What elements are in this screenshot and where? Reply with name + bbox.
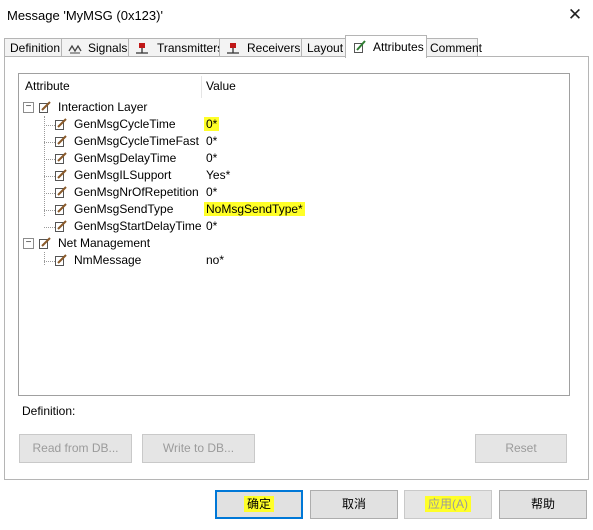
attribute-icon — [55, 135, 67, 147]
attribute-name: GenMsgCycleTimeFast — [74, 134, 199, 148]
highlighted-value: NoMsgSendType* — [204, 202, 305, 216]
tree-row-genmsgcycletimefast[interactable]: GenMsgCycleTimeFast 0* — [19, 133, 567, 150]
title-bar: Message 'MyMSG (0x123)' ✕ — [0, 0, 593, 32]
apply-button-label: 应用(A) — [425, 496, 471, 512]
tree-group-label: Interaction Layer — [58, 100, 148, 114]
attribute-value[interactable]: 0* — [204, 116, 220, 133]
attribute-name: NmMessage — [74, 253, 142, 267]
attribute-icon — [55, 254, 67, 266]
ok-button[interactable]: 确定 — [215, 490, 303, 519]
definition-label: Definition: — [22, 404, 76, 418]
attribute-icon — [55, 169, 67, 181]
tab-definition[interactable]: Definition — [4, 38, 62, 57]
receiver-icon — [227, 43, 239, 54]
window-title: Message 'MyMSG (0x123)' — [7, 8, 163, 23]
attribute-name: GenMsgSendType — [74, 202, 174, 216]
attribute-icon — [55, 118, 67, 130]
attribute-name: GenMsgILSupport — [74, 168, 172, 182]
close-icon[interactable]: ✕ — [564, 4, 586, 26]
collapse-icon[interactable]: − — [23, 238, 34, 249]
cancel-button[interactable]: 取消 — [310, 490, 398, 519]
tree-group-label: Net Management — [58, 236, 151, 250]
attribute-value[interactable]: 0* — [206, 218, 217, 235]
attribute-value[interactable]: 0* — [206, 184, 217, 201]
tree-row-genmsgsendtype[interactable]: GenMsgSendType NoMsgSendType* — [19, 201, 567, 218]
tab-signals[interactable]: Signals — [61, 38, 129, 57]
attribute-icon — [55, 220, 67, 232]
attribute-icon — [354, 40, 366, 53]
column-header-value[interactable]: Value — [206, 74, 236, 99]
tree-row-genmsgstartdelaytime[interactable]: GenMsgStartDelayTime 0* — [19, 218, 567, 235]
ok-button-label: 确定 — [243, 496, 274, 512]
tree-row-genmsgnrofrepetition[interactable]: GenMsgNrOfRepetition 0* — [19, 184, 567, 201]
attribute-tree[interactable]: Attribute Value − Interaction Layer GenM… — [18, 73, 570, 396]
attribute-icon — [55, 152, 67, 164]
attribute-value[interactable]: Yes* — [206, 167, 230, 184]
help-button[interactable]: 帮助 — [499, 490, 587, 519]
attribute-value[interactable]: 0* — [206, 133, 217, 150]
tree-row-genmsgdelaytime[interactable]: GenMsgDelayTime 0* — [19, 150, 567, 167]
tree-group-net-management[interactable]: − Net Management — [23, 235, 563, 252]
tab-comment[interactable]: Comment — [426, 38, 482, 57]
reset-button[interactable]: Reset — [475, 434, 567, 463]
tree-row-genmsgcycletime[interactable]: GenMsgCycleTime 0* — [19, 116, 567, 133]
attribute-name: GenMsgStartDelayTime — [74, 219, 202, 233]
attribute-icon — [39, 101, 51, 113]
tab-label: Layout — [307, 41, 344, 55]
attribute-icon — [55, 186, 67, 198]
tab-transmitters[interactable]: Transmitters — [128, 38, 224, 57]
attribute-value[interactable]: NoMsgSendType* — [204, 201, 305, 218]
write-to-db-button[interactable]: Write to DB... — [142, 434, 255, 463]
attribute-name: GenMsgCycleTime — [74, 117, 176, 131]
attribute-icon — [39, 237, 51, 249]
column-divider[interactable] — [201, 76, 202, 98]
tab-label: Transmitters — [157, 41, 224, 55]
tab-label: Signals — [88, 41, 128, 55]
apply-button[interactable]: 应用(A) — [404, 490, 492, 519]
collapse-icon[interactable]: − — [23, 102, 34, 113]
attribute-name: GenMsgNrOfRepetition — [74, 185, 199, 199]
tab-label: Attributes — [373, 40, 424, 54]
transmitter-icon — [136, 43, 148, 54]
attribute-icon — [55, 203, 67, 215]
tab-layout[interactable]: Layout — [301, 38, 346, 57]
highlighted-value: 0* — [204, 117, 220, 131]
signals-icon — [68, 44, 82, 54]
tab-label: Comment — [430, 41, 483, 55]
tab-attributes[interactable]: Attributes — [345, 35, 427, 58]
read-from-db-button[interactable]: Read from DB... — [19, 434, 132, 463]
tab-label: Definition — [10, 41, 61, 55]
tab-receivers[interactable]: Receivers — [219, 38, 302, 57]
tree-row-genmsgilsupport[interactable]: GenMsgILSupport Yes* — [19, 167, 567, 184]
tree-group-interaction-layer[interactable]: − Interaction Layer — [23, 99, 563, 116]
attribute-value[interactable]: no* — [206, 252, 224, 269]
column-header-attribute[interactable]: Attribute — [25, 74, 70, 99]
attribute-name: GenMsgDelayTime — [74, 151, 177, 165]
attribute-value[interactable]: 0* — [206, 150, 217, 167]
tree-row-nmmessage[interactable]: NmMessage no* — [19, 252, 567, 269]
tab-label: Receivers — [247, 41, 301, 55]
